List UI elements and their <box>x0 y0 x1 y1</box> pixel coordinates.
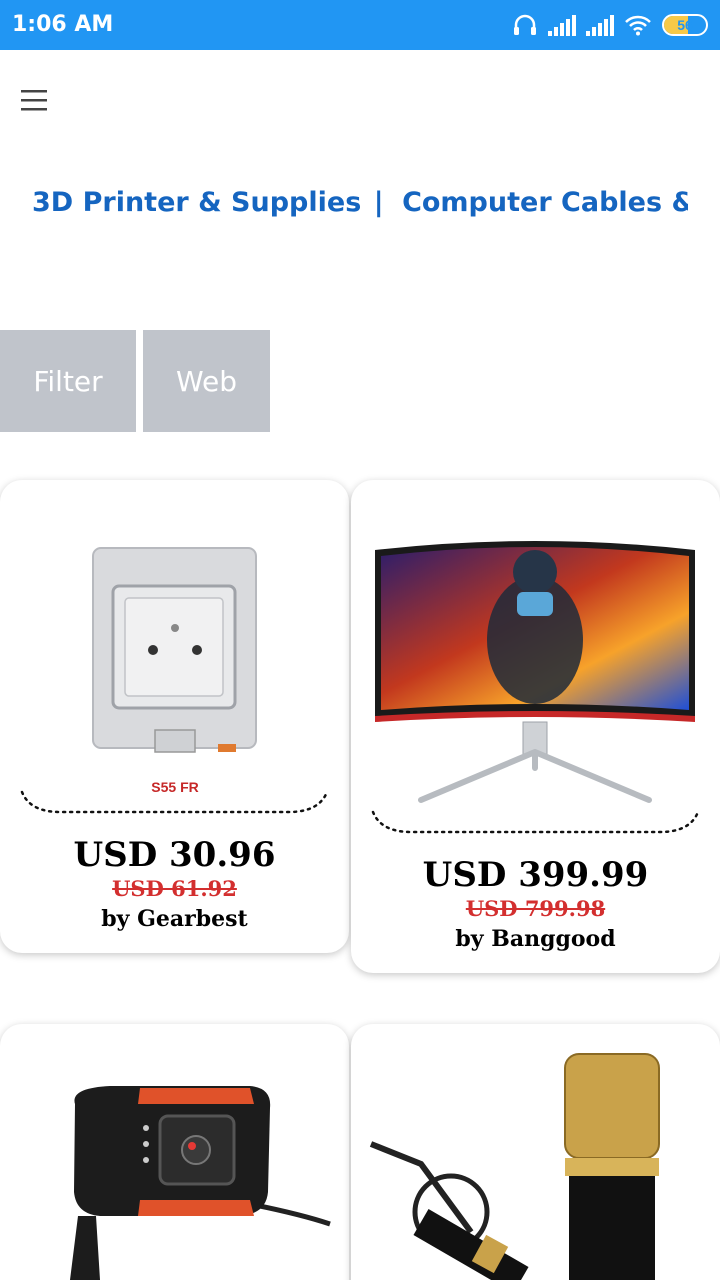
product-price: USD 30.96 <box>73 835 276 875</box>
category-computer-cables[interactable]: Computer Cables & Co <box>402 187 688 218</box>
headphones-icon <box>514 14 536 35</box>
product-card-webcam[interactable] <box>0 1024 349 1280</box>
curved-monitor-image <box>375 541 695 803</box>
weatherproof-socket-image: S55 FR <box>92 547 257 795</box>
category-strip[interactable]: 3D Printer & Supplies | Computer Cables … <box>32 178 688 228</box>
dotted-divider <box>371 810 700 834</box>
product-card-microphone[interactable] <box>351 1024 720 1280</box>
battery-percent: 56 <box>677 17 693 33</box>
product-seller: by Banggood <box>455 926 616 952</box>
status-time: 1:06 AM <box>12 12 114 37</box>
category-separator: | <box>373 187 384 218</box>
product-card-gearbest[interactable]: S55 FR USD 30.96 USD 61.92 by Gearbest <box>0 480 349 953</box>
hamburger-menu-icon[interactable] <box>16 82 52 118</box>
signal-icon <box>548 15 576 36</box>
battery-icon: 56 <box>662 14 708 36</box>
product-old-price: USD 799.98 <box>465 896 606 921</box>
signal-icon <box>586 15 614 36</box>
product-price: USD 399.99 <box>422 855 649 895</box>
webcam-image <box>70 1086 331 1280</box>
microphone-image <box>369 1053 660 1280</box>
category-3d-printer[interactable]: 3D Printer & Supplies <box>32 187 361 218</box>
wifi-icon <box>625 15 651 36</box>
product-seller: by Gearbest <box>101 906 248 932</box>
web-button[interactable]: Web <box>143 330 270 432</box>
status-icons: 56 <box>512 12 708 38</box>
product-old-price: USD 61.92 <box>112 876 237 901</box>
status-bar: 1:06 AM 56 <box>0 0 720 50</box>
dotted-divider <box>20 790 329 814</box>
filter-button[interactable]: Filter <box>0 330 136 432</box>
product-card-banggood[interactable]: USD 399.99 USD 799.98 by Banggood <box>351 480 720 973</box>
